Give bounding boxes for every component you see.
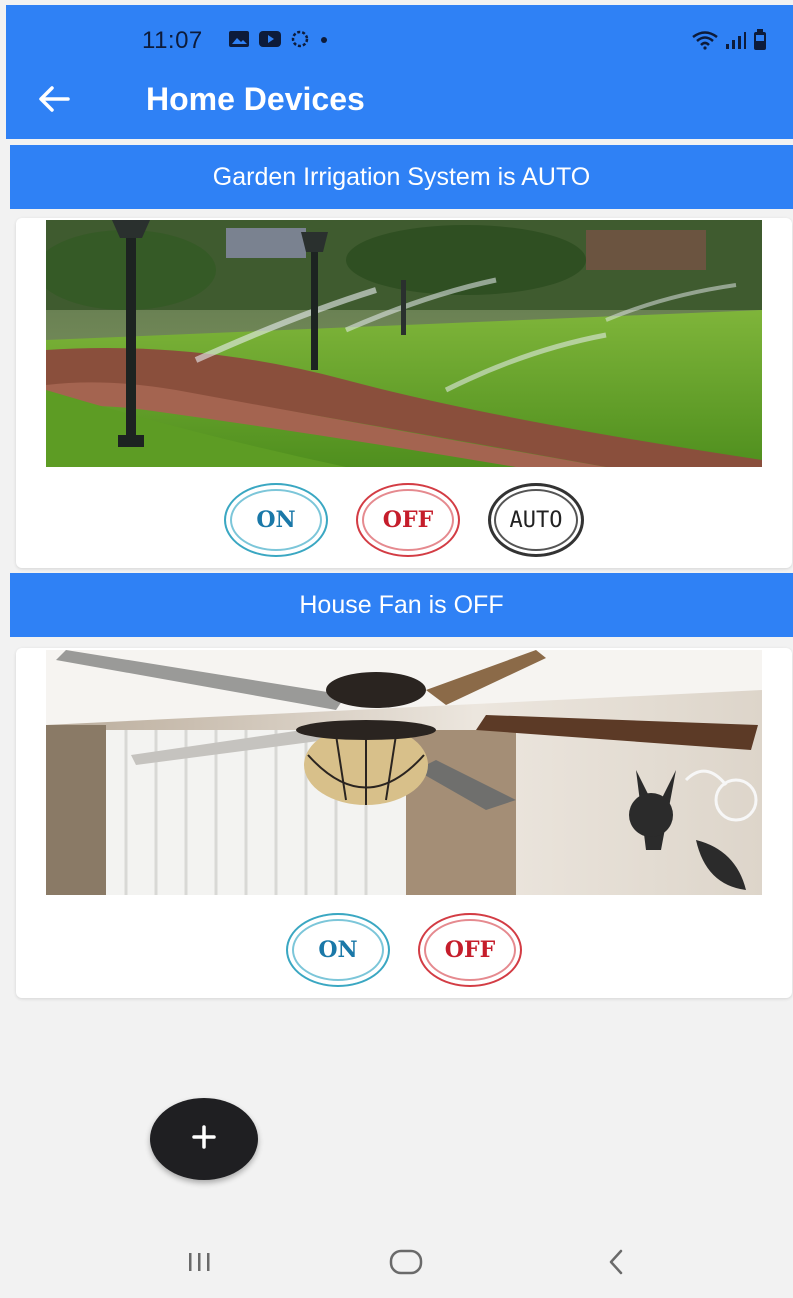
device-status-text: House Fan is OFF	[299, 590, 504, 619]
back-icon	[606, 1248, 626, 1281]
add-device-button[interactable]	[150, 1098, 258, 1180]
arrow-left-icon	[37, 85, 71, 118]
device-card-fan: ON OFF	[16, 648, 792, 998]
device-status-banner: Garden Irrigation System is AUTO	[10, 145, 793, 209]
app-bar: 11:07 Home Devices	[6, 5, 793, 139]
gallery-icon	[228, 30, 250, 53]
system-back-button[interactable]	[586, 1239, 646, 1289]
screen: 11:07 Home Devices Garden Irrigation Sys…	[0, 0, 793, 1298]
home-icon	[388, 1248, 424, 1281]
title-row: Home Devices	[6, 63, 793, 139]
device-controls: ON OFF AUTO	[16, 480, 792, 560]
circle-icon	[290, 29, 310, 54]
recent-apps-icon	[185, 1250, 215, 1279]
system-nav-bar	[0, 1225, 793, 1298]
status-bar: 11:07	[6, 5, 793, 63]
wifi-icon	[691, 30, 719, 55]
garden-sprinkler-image	[46, 220, 762, 467]
device-controls: ON OFF	[16, 910, 792, 990]
on-button[interactable]: ON	[224, 483, 328, 557]
off-button[interactable]: OFF	[418, 913, 522, 987]
back-button[interactable]	[32, 79, 76, 123]
home-button[interactable]	[376, 1239, 436, 1289]
ceiling-fan-image	[46, 650, 762, 895]
status-system-icons	[691, 29, 767, 56]
device-status-text: Garden Irrigation System is AUTO	[212, 162, 591, 191]
dot-icon	[318, 33, 330, 51]
off-button[interactable]: OFF	[356, 483, 460, 557]
signal-icon	[725, 30, 747, 55]
status-time: 11:07	[142, 27, 203, 54]
page-title: Home Devices	[146, 81, 365, 117]
status-notification-icons	[228, 29, 330, 54]
plus-icon	[191, 1124, 217, 1155]
youtube-icon	[258, 30, 282, 53]
device-card-garden: ON OFF AUTO	[16, 218, 792, 568]
recent-apps-button[interactable]	[170, 1239, 230, 1289]
battery-icon	[753, 29, 767, 56]
on-button[interactable]: ON	[286, 913, 390, 987]
device-status-banner: House Fan is OFF	[10, 573, 793, 637]
auto-button[interactable]: AUTO	[488, 483, 584, 557]
